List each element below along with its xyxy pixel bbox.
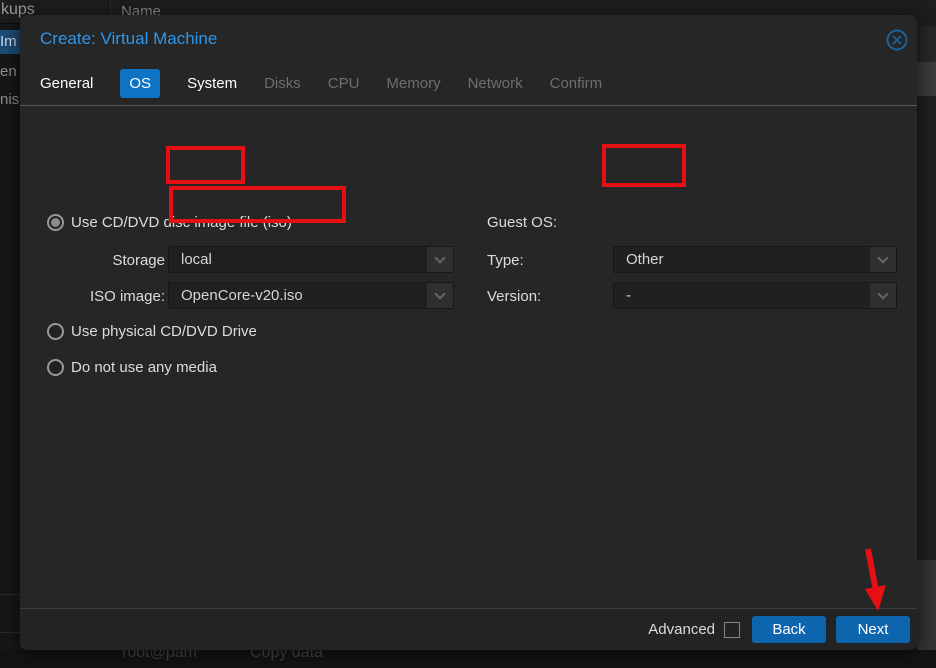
version-value: - bbox=[626, 283, 631, 308]
iso-image-combobox[interactable]: OpenCore-v20.iso bbox=[168, 282, 454, 309]
advanced-checkbox[interactable] bbox=[724, 622, 740, 638]
os-tab-panel: Use CD/DVD disc image file (iso) Storage… bbox=[20, 106, 917, 608]
tab-general[interactable]: General bbox=[40, 75, 93, 92]
guest-os-heading: Guest OS: bbox=[487, 214, 557, 231]
radio-physical-drive[interactable] bbox=[47, 323, 64, 340]
tab-cpu: CPU bbox=[328, 75, 360, 92]
radio-no-media[interactable] bbox=[47, 359, 64, 376]
radio-physical-drive-label[interactable]: Use physical CD/DVD Drive bbox=[71, 323, 257, 340]
iso-image-value: OpenCore-v20.iso bbox=[181, 283, 303, 308]
storage-label: Storage bbox=[47, 252, 165, 269]
background-right-strip bbox=[917, 96, 936, 560]
background-sidebar-selected-row: Im bbox=[0, 30, 21, 54]
version-combobox[interactable]: - bbox=[613, 282, 897, 309]
advanced-label: Advanced bbox=[648, 621, 715, 638]
version-label: Version: bbox=[487, 288, 541, 305]
background-right-strip bbox=[917, 26, 936, 62]
back-button[interactable]: Back bbox=[752, 616, 826, 643]
type-label: Type: bbox=[487, 252, 524, 269]
background-sidebar bbox=[0, 24, 21, 650]
tab-memory: Memory bbox=[386, 75, 440, 92]
storage-combobox[interactable]: local bbox=[168, 246, 454, 273]
tab-disks: Disks bbox=[264, 75, 301, 92]
close-icon[interactable] bbox=[886, 29, 908, 51]
tab-os[interactable]: OS bbox=[120, 69, 160, 98]
type-value: Other bbox=[626, 247, 664, 272]
background-sidebar-row: en bbox=[0, 60, 21, 84]
background-panel-fragment bbox=[917, 560, 936, 650]
tab-system[interactable]: System bbox=[187, 75, 237, 92]
row-divider bbox=[0, 632, 21, 633]
wizard-tabs: General OS System Disks CPU Memory Netwo… bbox=[40, 68, 602, 98]
create-vm-dialog: Create: Virtual Machine General OS Syste… bbox=[20, 15, 917, 650]
storage-value: local bbox=[181, 247, 212, 272]
radio-no-media-label[interactable]: Do not use any media bbox=[71, 359, 217, 376]
row-divider bbox=[0, 594, 21, 595]
background-sidebar-row: nis bbox=[0, 88, 21, 112]
iso-image-label: ISO image: bbox=[47, 288, 165, 305]
dialog-title: Create: Virtual Machine bbox=[40, 29, 217, 49]
dialog-footer: Advanced Back Next bbox=[20, 608, 917, 650]
proxmox-screen: kups Name Im en nis root@pam Copy data C… bbox=[0, 0, 936, 668]
background-right-strip bbox=[917, 0, 936, 26]
type-combobox[interactable]: Other bbox=[613, 246, 897, 273]
radio-use-iso-label[interactable]: Use CD/DVD disc image file (iso) bbox=[71, 214, 292, 231]
tab-confirm: Confirm bbox=[550, 75, 603, 92]
tab-network: Network bbox=[468, 75, 523, 92]
background-toolbar-fragment bbox=[917, 62, 936, 96]
radio-use-iso[interactable] bbox=[47, 214, 64, 231]
next-button[interactable]: Next bbox=[836, 616, 910, 643]
